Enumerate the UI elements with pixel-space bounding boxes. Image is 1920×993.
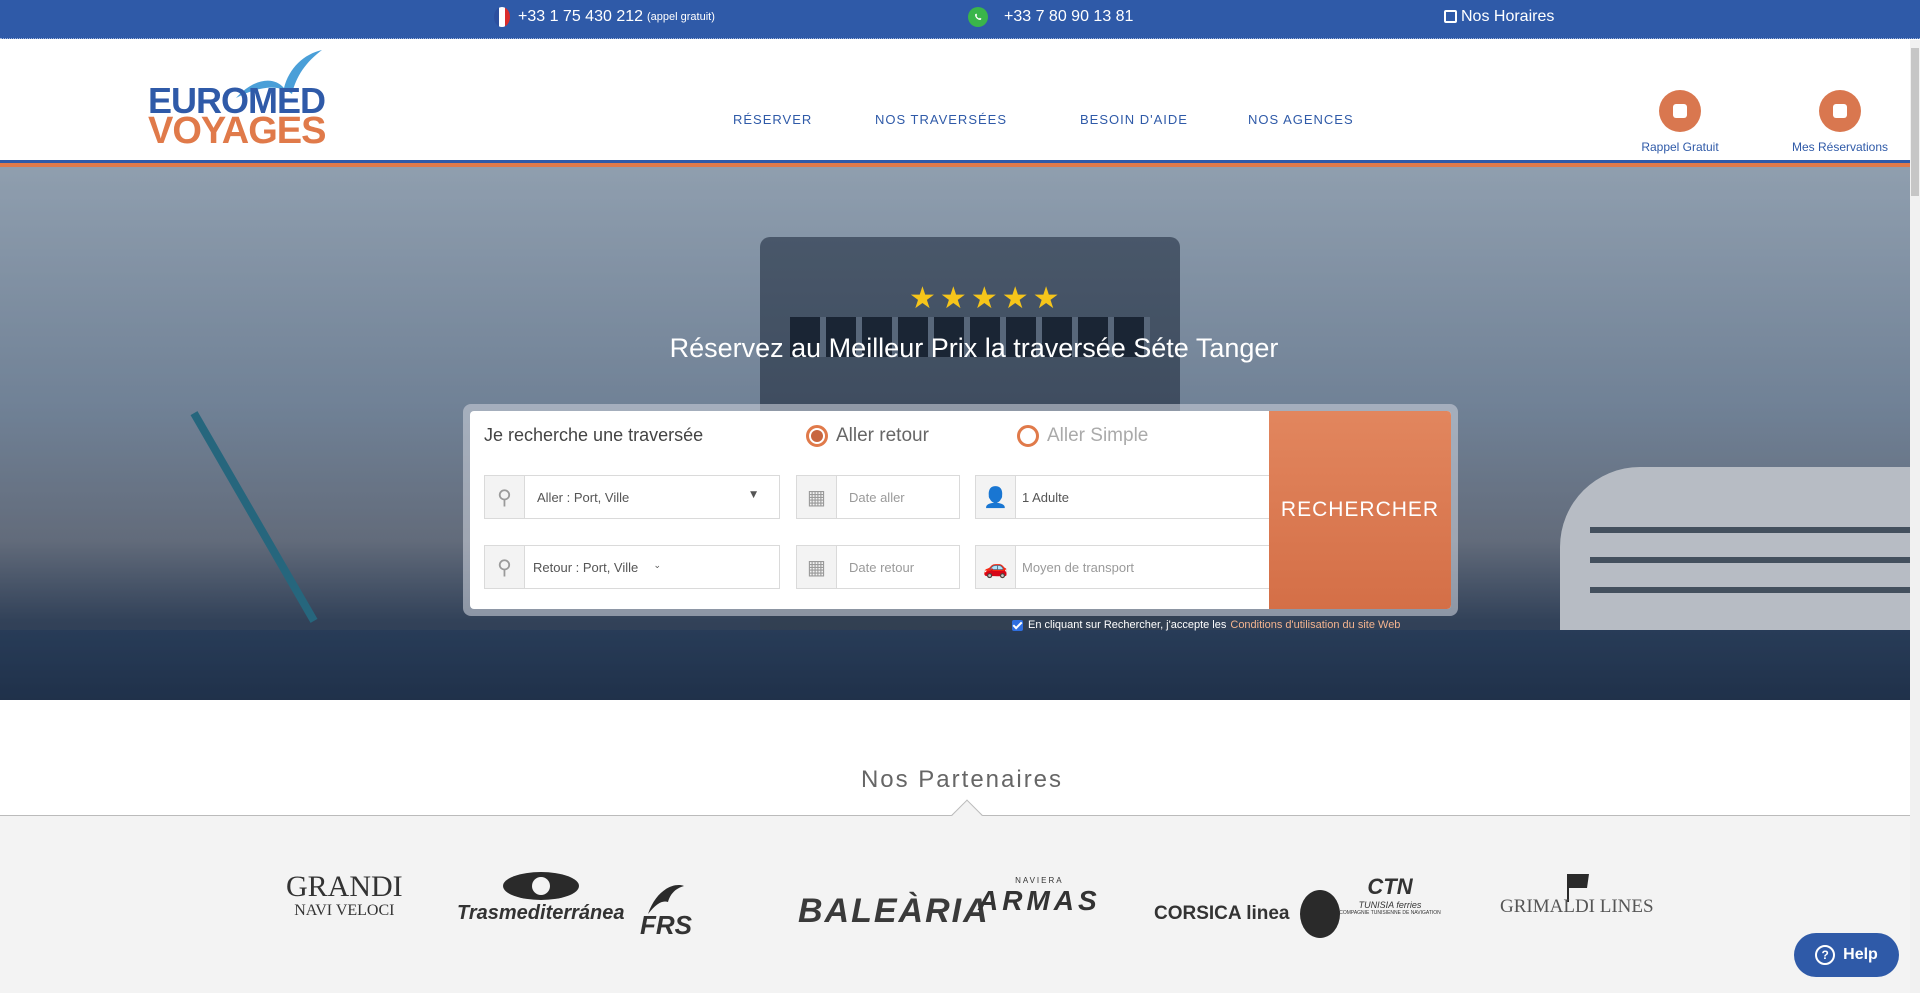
phone-france-note: (appel gratuit) (647, 10, 715, 23)
user-icon: 👤 (976, 476, 1016, 518)
site-header: EUROMED VOYAGES RÉSERVER NOS TRAVERSÉES … (0, 40, 1920, 160)
partner-grimaldi-name: GRIMALDI LINES (1500, 896, 1654, 917)
star-icon: ★ (1032, 281, 1060, 316)
callback-label: Rappel Gratuit (1641, 140, 1719, 154)
partners-title: Nos Partenaires (860, 766, 1064, 793)
calendar-icon: ▦ (797, 546, 837, 588)
my-reservations-button[interactable]: Mes Réservations (1784, 90, 1896, 154)
car-icon: 🚗 (976, 546, 1016, 588)
nav-nos-agences[interactable]: NOS AGENCES (1248, 112, 1354, 127)
star-icon: ★ (970, 281, 998, 316)
return-port-value: Retour : Port, Ville (533, 559, 639, 575)
phone-france-number: +33 1 75 430 212 (518, 7, 644, 25)
partner-logo-corsica-linea[interactable]: CORSICA linea (1154, 890, 1340, 938)
partner-ctn-line3: COMPAGNIE TUNISIENNE DE NAVIGATION (1339, 910, 1441, 916)
phone-icon (1659, 90, 1701, 132)
partner-corsica-name: CORSICA linea (1154, 903, 1290, 924)
radio-selected-icon (806, 425, 828, 447)
date-retour-placeholder: Date retour (849, 559, 915, 575)
partner-logo-grimaldi[interactable]: GRIMALDI LINES (1500, 872, 1654, 918)
terms-link[interactable]: Conditions d'utilisation du site Web (1230, 619, 1400, 631)
scrollbar-thumb[interactable] (1911, 48, 1919, 196)
passengers-value: 1 Adulte (1022, 489, 1069, 505)
terms-consent: En cliquant sur Rechercher, j'accepte le… (1012, 619, 1400, 631)
date-retour-input[interactable]: ▦ Date retour (796, 545, 960, 589)
opening-hours-label: Nos Horaires (1461, 7, 1555, 25)
top-contact-bar: +33 1 75 430 212 (appel gratuit) +33 7 8… (0, 0, 1920, 39)
partners-strip: GRANDI NAVI VELOCI Trasmediterránea FRS … (0, 816, 1920, 993)
page-scrollbar[interactable] (1910, 40, 1920, 993)
passengers-select[interactable]: 👤 1 Adulte (975, 475, 1275, 519)
partner-logo-frs[interactable]: FRS (640, 880, 692, 941)
partner-logo-trasmediterranea[interactable]: Trasmediterránea (457, 870, 625, 925)
partner-gnv-line1: GRANDI (286, 870, 403, 903)
partner-trasmediterranea-name: Trasmediterránea (457, 902, 625, 924)
partner-logo-armas[interactable]: NAVIERA ARMAS (978, 876, 1101, 917)
return-port-select[interactable]: ⚲ Retour : Port, Ville ⌄ (484, 545, 780, 589)
radio-unselected-icon (1017, 425, 1039, 447)
chevron-down-icon: ▼ (750, 490, 757, 500)
phone-whatsapp-number: +33 7 80 90 13 81 (1004, 7, 1134, 25)
logo-text-voyages: VOYAGES (148, 110, 326, 152)
departure-port-value: Aller : Port, Ville (537, 489, 630, 505)
transport-select[interactable]: 🚗 Moyen de transport (975, 545, 1275, 589)
trip-type-oneway-label: Aller Simple (1047, 425, 1149, 446)
trip-type-round-label: Aller retour (836, 425, 929, 446)
partner-armas-line2: NAVIERA (1015, 876, 1064, 885)
calendar-icon: ▦ (797, 476, 837, 518)
partner-logo-ctn[interactable]: CTN TUNISIA ferries COMPAGNIE TUNISIENNE… (1330, 874, 1450, 916)
partner-ctn-line2: TUNISIA ferries (1358, 900, 1422, 910)
partner-gnv-line2: NAVI VELOCI (294, 902, 395, 919)
transport-placeholder: Moyen de transport (1022, 559, 1135, 575)
nav-besoin-aide[interactable]: BESOIN D'AIDE (1080, 112, 1188, 127)
departure-port-select[interactable]: ⚲ Aller : Port, Ville ▼ (484, 475, 780, 519)
partner-logo-balearia[interactable]: BALEÀRIA (798, 892, 990, 931)
phone-france[interactable]: +33 1 75 430 212 (appel gratuit) (494, 0, 715, 33)
partner-armas-name: ARMAS (978, 885, 1101, 916)
star-icon: ★ (909, 281, 936, 316)
hero-banner: ★ ★ ★ ★ ★ Réservez au Meilleur Prix la t… (0, 167, 1920, 700)
map-pin-icon: ⚲ (485, 546, 525, 588)
search-form-label: Je recherche une traversée (484, 425, 704, 445)
map-pin-icon: ⚲ (485, 476, 525, 518)
date-aller-input[interactable]: ▦ Date aller (796, 475, 960, 519)
chevron-down-icon: ⌄ (653, 561, 661, 571)
trasmediterranea-emblem-icon (502, 872, 579, 900)
whatsapp-icon (968, 6, 988, 27)
opening-hours-link[interactable]: Nos Horaires (1444, 0, 1554, 33)
trip-type-oneway-radio[interactable]: Aller Simple (1017, 425, 1148, 447)
my-reservations-label: Mes Réservations (1791, 140, 1889, 154)
calendar-icon (1444, 10, 1457, 23)
partner-ctn-name: CTN (1367, 874, 1413, 899)
partner-frs-name: FRS (640, 910, 692, 940)
date-aller-placeholder: Date aller (849, 489, 905, 505)
header-divider (0, 160, 1920, 167)
question-icon: ? (1815, 945, 1836, 965)
callback-button[interactable]: Rappel Gratuit (1636, 90, 1724, 154)
help-label: Help (1843, 946, 1878, 963)
partner-logo-gnv[interactable]: GRANDI NAVI VELOCI (286, 872, 403, 920)
euromed-logo[interactable]: EUROMED VOYAGES (148, 48, 334, 156)
suitcase-icon (1819, 90, 1861, 132)
star-icon: ★ (939, 281, 967, 316)
nav-nos-traversees[interactable]: NOS TRAVERSÉES (875, 112, 1007, 127)
terms-checkbox[interactable] (1012, 619, 1023, 631)
help-button[interactable]: ? Help (1794, 933, 1899, 977)
rating-stars: ★ ★ ★ ★ ★ (909, 284, 1060, 314)
search-button[interactable]: RECHERCHER (1269, 411, 1451, 609)
nav-reserver[interactable]: RÉSERVER (733, 112, 812, 127)
hero-title: Réservez au Meilleur Prix la traversée S… (669, 333, 1279, 363)
trip-type-round-radio[interactable]: Aller retour (806, 425, 929, 447)
phone-whatsapp[interactable]: +33 7 80 90 13 81 (968, 0, 1133, 33)
france-flag-icon (494, 6, 510, 27)
terms-consent-text: En cliquant sur Rechercher, j'accepte le… (1028, 619, 1227, 631)
star-icon: ★ (1001, 281, 1029, 316)
